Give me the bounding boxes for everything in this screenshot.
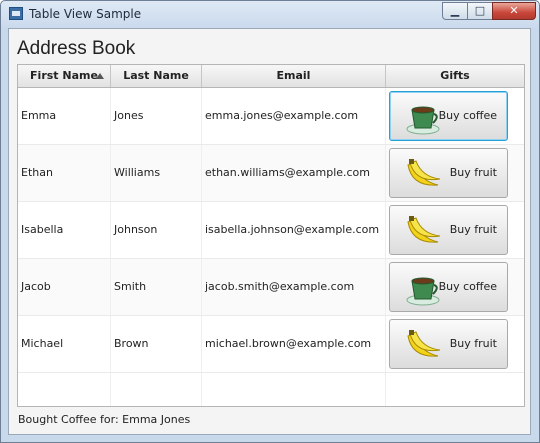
empty-table-row [18, 373, 524, 406]
banana-icon [407, 330, 441, 357]
window-title: Table View Sample [29, 7, 142, 21]
buy-fruit-button[interactable]: Buy fruit [389, 319, 508, 369]
empty-cell [202, 373, 386, 406]
empty-cell [18, 373, 111, 406]
table-header: First Name Last Name Email Gifts [18, 65, 524, 88]
email-cell: michael.brown@example.com [202, 316, 386, 372]
coffee-cup-icon [406, 106, 440, 135]
app-window: Table View Sample ▁ □ ✕ Address Book Fir… [0, 0, 540, 443]
buy-coffee-button[interactable]: Buy coffee [389, 262, 508, 312]
column-header-last-name[interactable]: Last Name [111, 65, 202, 87]
app-icon [9, 7, 23, 20]
column-header-label: First Name [30, 69, 98, 82]
last-name-cell: Johnson [111, 202, 202, 258]
page-title: Address Book [17, 38, 136, 59]
first-name-cell: Ethan [18, 145, 111, 201]
gift-button-label: Buy coffee [438, 280, 497, 293]
last-name-cell: Williams [111, 145, 202, 201]
coffee-cup-icon [406, 277, 440, 306]
buy-fruit-button[interactable]: Buy fruit [389, 148, 508, 198]
sort-ascending-icon [96, 73, 104, 79]
table-row[interactable]: Ethan Williams ethan.williams@example.co… [18, 145, 524, 202]
first-name-cell: Michael [18, 316, 111, 372]
gift-button-label: Buy fruit [449, 337, 497, 350]
address-table[interactable]: First Name Last Name Email Gifts Emma Jo… [17, 64, 525, 407]
table-row[interactable]: Jacob Smith jacob.smith@example.com Buy … [18, 259, 524, 316]
buy-coffee-button[interactable]: Buy coffee [389, 91, 508, 141]
close-button[interactable]: ✕ [492, 2, 536, 20]
minimize-button[interactable]: ▁ [442, 2, 468, 20]
maximize-button[interactable]: □ [467, 2, 493, 20]
empty-cell [111, 373, 202, 406]
email-cell: jacob.smith@example.com [202, 259, 386, 315]
table-row[interactable]: Isabella Johnson isabella.johnson@exampl… [18, 202, 524, 259]
gift-button-label: Buy fruit [449, 223, 497, 236]
column-header-gifts[interactable]: Gifts [386, 65, 524, 87]
title-bar[interactable]: Table View Sample ▁ □ ✕ [1, 1, 539, 28]
content-area: Address Book First Name Last Name Email … [8, 28, 531, 435]
last-name-cell: Smith [111, 259, 202, 315]
banana-icon [407, 216, 441, 243]
buy-fruit-button[interactable]: Buy fruit [389, 205, 508, 255]
banana-icon [407, 159, 441, 186]
first-name-cell: Isabella [18, 202, 111, 258]
gift-button-label: Buy coffee [438, 109, 497, 122]
table-row[interactable]: Michael Brown michael.brown@example.com … [18, 316, 524, 373]
first-name-cell: Jacob [18, 259, 111, 315]
status-label: Bought Coffee for: Emma Jones [18, 413, 191, 426]
last-name-cell: Brown [111, 316, 202, 372]
gift-button-label: Buy fruit [449, 166, 497, 179]
first-name-cell: Emma [18, 88, 111, 144]
table-row[interactable]: Emma Jones emma.jones@example.com Buy co… [18, 88, 524, 145]
last-name-cell: Jones [111, 88, 202, 144]
column-header-first-name[interactable]: First Name [18, 65, 111, 87]
email-cell: ethan.williams@example.com [202, 145, 386, 201]
column-header-email[interactable]: Email [202, 65, 386, 87]
email-cell: emma.jones@example.com [202, 88, 386, 144]
table-body: Emma Jones emma.jones@example.com Buy co… [18, 88, 524, 406]
email-cell: isabella.johnson@example.com [202, 202, 386, 258]
